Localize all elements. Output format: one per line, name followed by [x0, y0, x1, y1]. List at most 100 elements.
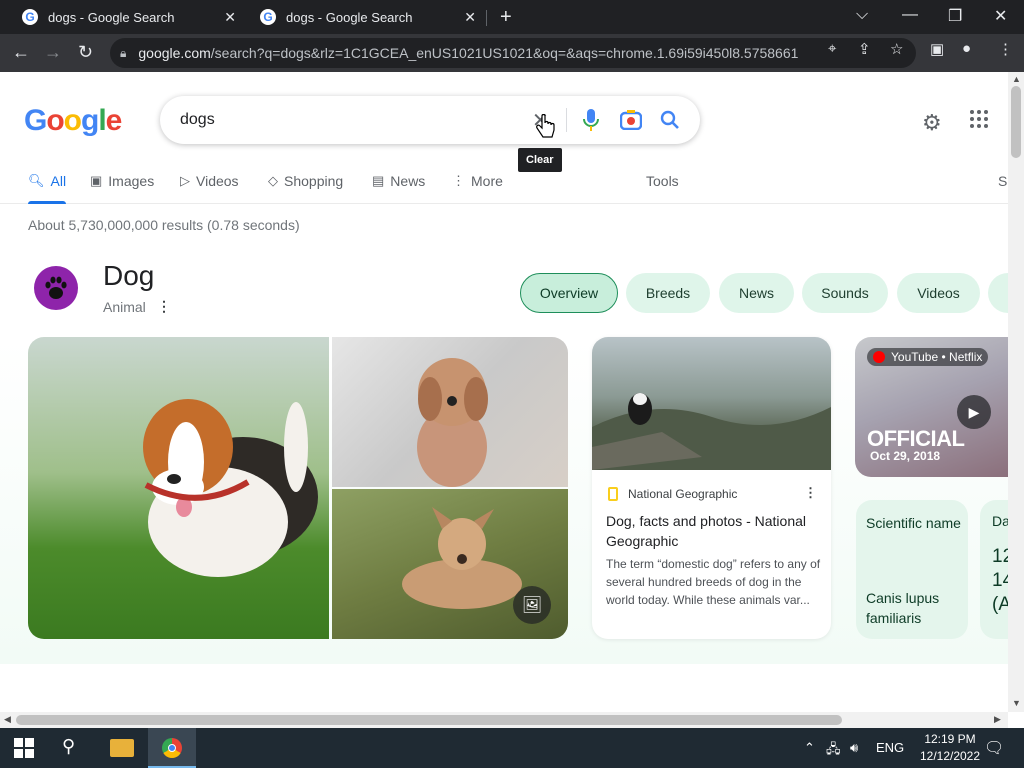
- side-panel-icon[interactable]: ▣: [930, 40, 944, 58]
- paw-print-icon: [34, 266, 78, 310]
- lens-camera-icon[interactable]: [620, 110, 642, 130]
- scroll-left-arrow-icon[interactable]: ◀: [4, 714, 11, 725]
- fact-value: 12 14 (A: [992, 546, 1008, 615]
- search-results-page: Google dogs ✕ Clear ⚙ 🔍︎ All ▣ Images ▷ Vid…: [0, 72, 1008, 712]
- tab-shopping[interactable]: ◇ Shopping: [268, 173, 343, 189]
- lock-icon[interactable]: 🔒︎: [120, 46, 126, 61]
- volume-icon[interactable]: 🔊︎: [850, 740, 858, 756]
- google-favicon-icon: G: [260, 9, 276, 25]
- chip-breeds[interactable]: Breeds: [626, 273, 710, 313]
- result-stats: About 5,730,000,000 results (0.78 second…: [28, 217, 300, 233]
- chrome-taskbar-button[interactable]: [148, 728, 196, 768]
- network-icon[interactable]: 🖧︎: [826, 740, 841, 762]
- chip-more[interactable]: [988, 273, 1008, 313]
- chip-sounds[interactable]: Sounds: [802, 273, 888, 313]
- reload-button[interactable]: ↻: [78, 42, 93, 63]
- url-text: google.com/search?q=dogs&rlz=1C1GCEA_enU…: [138, 45, 799, 61]
- video-icon: ▷: [180, 173, 190, 188]
- fact-card-lifespan[interactable]: Da 12 14 (A: [980, 500, 1008, 639]
- close-window-button[interactable]: ✕: [994, 6, 1007, 26]
- input-language[interactable]: ENG: [876, 740, 904, 755]
- active-tab-indicator: [28, 201, 66, 204]
- back-button[interactable]: ←: [12, 42, 30, 63]
- tab-videos[interactable]: ▷ Videos: [180, 173, 239, 189]
- article-source: National Geographic: [628, 487, 738, 501]
- browser-tab-2[interactable]: G dogs - Google Search ✕: [250, 0, 486, 34]
- article-image: [592, 337, 831, 470]
- tab-news[interactable]: ▤ News: [372, 173, 425, 189]
- voice-search-mic-icon[interactable]: [582, 108, 600, 132]
- more-options-icon[interactable]: ⋮: [804, 485, 817, 501]
- vertical-scroll-thumb[interactable]: [1011, 86, 1021, 158]
- video-date: Oct 29, 2018: [870, 449, 941, 463]
- google-doodle-logo[interactable]: Google: [24, 104, 122, 138]
- chip-overview[interactable]: Overview: [520, 273, 618, 313]
- search-box[interactable]: dogs ✕: [160, 96, 700, 144]
- more-vert-icon: ⋮: [452, 173, 465, 188]
- file-explorer-icon[interactable]: [110, 739, 134, 757]
- horizontal-scroll-thumb[interactable]: [16, 715, 842, 725]
- more-options-icon[interactable]: ⋮: [157, 298, 171, 315]
- close-tab-icon[interactable]: ✕: [464, 9, 476, 26]
- beagle-photo[interactable]: [28, 337, 329, 639]
- notifications-icon[interactable]: 🗨︎: [984, 738, 1004, 758]
- nat-geo-logo-icon: [608, 487, 618, 501]
- new-tab-button[interactable]: +: [500, 6, 512, 29]
- windows-taskbar: ⚲ ⌃ 🖧︎ 🔊︎ ENG 12:19 PM 12/12/2022 🗨︎: [0, 728, 1024, 768]
- tab-search-chevron-icon[interactable]: ⌵: [856, 6, 868, 24]
- article-card[interactable]: National Geographic ⋮ Dog, facts and pho…: [592, 337, 831, 639]
- taskbar-search-icon[interactable]: ⚲: [62, 736, 75, 757]
- restore-button[interactable]: ❐: [948, 6, 962, 26]
- bookmark-star-icon[interactable]: ☆: [890, 40, 903, 58]
- news-icon: ▤: [372, 173, 385, 188]
- video-card[interactable]: YouTube • Netflix ▶ OFFICIAL Oct 29, 201…: [855, 337, 1008, 477]
- browser-tab-bar: G dogs - Google Search ✕ G dogs - Google…: [0, 0, 1024, 34]
- close-tab-icon[interactable]: ✕: [224, 9, 236, 26]
- hand-cursor-icon: [536, 114, 555, 138]
- poodle-photo[interactable]: [332, 337, 568, 487]
- google-apps-grid-icon[interactable]: [970, 110, 990, 130]
- search-type-tabs: 🔍︎ All ▣ Images ▷ Videos ◇ Shopping ▤ News ⋮ M…: [0, 168, 1008, 204]
- play-icon[interactable]: ▶: [957, 395, 991, 429]
- location-pin-icon[interactable]: ⌖: [828, 40, 836, 57]
- tab-title: dogs - Google Search: [286, 9, 413, 25]
- scroll-down-arrow-icon[interactable]: ▼: [1012, 698, 1021, 708]
- tag-icon: ◇: [268, 173, 278, 188]
- profile-avatar-icon[interactable]: ●: [962, 40, 971, 57]
- tools-button[interactable]: Tools: [646, 173, 679, 189]
- browser-toolbar: ← → ↻ 🔒︎ google.com/search?q=dogs&rlz=1C…: [0, 34, 1024, 72]
- browser-menu-icon[interactable]: ⋮: [998, 40, 1013, 58]
- settings-gear-icon[interactable]: ⚙: [922, 110, 942, 136]
- video-source-badge: YouTube • Netflix: [867, 348, 989, 366]
- search-icon[interactable]: [660, 110, 680, 130]
- image-icon: ▣: [90, 173, 103, 188]
- clock-time: 12:19 PM: [924, 732, 976, 746]
- share-icon[interactable]: ⇪: [858, 40, 871, 58]
- tab-all[interactable]: 🔍︎ All: [28, 173, 66, 189]
- safesearch-button[interactable]: S: [998, 173, 1007, 189]
- article-snippet: The term “domestic dog” refers to any of…: [606, 557, 821, 607]
- tray-overflow-chevron-icon[interactable]: ⌃: [804, 740, 815, 756]
- tab-divider: [486, 10, 487, 26]
- minimize-button[interactable]: —: [902, 6, 918, 24]
- vertical-scrollbar[interactable]: [1008, 72, 1024, 712]
- taskbar-clock[interactable]: 12:19 PM 12/12/2022: [910, 731, 990, 765]
- youtube-icon: [873, 351, 885, 363]
- chip-videos[interactable]: Videos: [897, 273, 980, 313]
- forward-button[interactable]: →: [44, 42, 62, 63]
- fact-value: Canis lupus familiaris: [866, 590, 940, 626]
- search-input[interactable]: dogs: [180, 111, 215, 129]
- fact-card-scientific-name[interactable]: Scientific name Canis lupus familiaris: [856, 500, 968, 639]
- clock-date: 12/12/2022: [919, 749, 981, 763]
- image-gallery-icon[interactable]: 🖼︎: [513, 586, 551, 624]
- scroll-up-arrow-icon[interactable]: ▲: [1012, 74, 1021, 84]
- tab-images[interactable]: ▣ Images: [90, 173, 154, 189]
- address-bar[interactable]: 🔒︎ google.com/search?q=dogs&rlz=1C1GCEA_…: [110, 38, 916, 68]
- scroll-right-arrow-icon[interactable]: ▶: [994, 714, 1001, 725]
- browser-tab-1[interactable]: G dogs - Google Search ✕: [8, 0, 246, 34]
- chip-news[interactable]: News: [719, 273, 794, 313]
- windows-start-icon[interactable]: [14, 738, 34, 758]
- tab-more[interactable]: ⋮ More: [452, 173, 503, 189]
- fact-label: Da: [992, 513, 1008, 529]
- article-title[interactable]: Dog, facts and photos - National Geograp…: [606, 511, 821, 551]
